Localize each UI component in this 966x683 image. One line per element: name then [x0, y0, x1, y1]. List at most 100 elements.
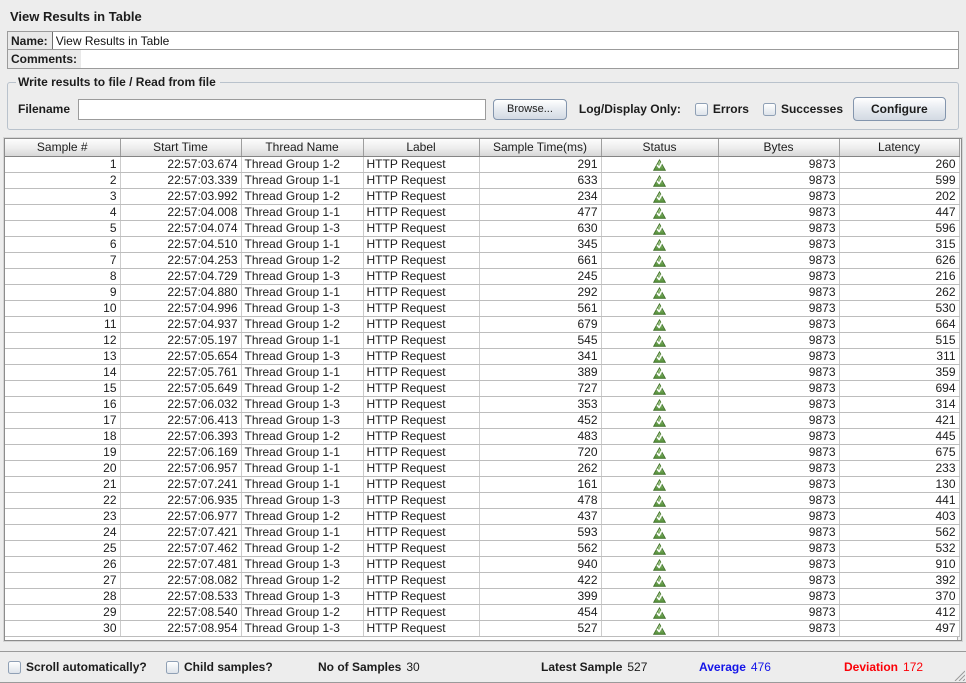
child-samples-checkbox[interactable]	[166, 661, 179, 674]
cell-latency: 260	[839, 156, 959, 172]
cell-thread-name: Thread Group 1-1	[241, 332, 363, 348]
name-label: Name:	[8, 32, 52, 49]
cell-label: HTTP Request	[363, 460, 479, 476]
column-header-start-time[interactable]: Start Time	[120, 139, 241, 156]
child-samples-checkbox-group[interactable]: Child samples?	[166, 660, 273, 674]
cell-sample-time: 341	[479, 348, 601, 364]
table-row[interactable]: 2222:57:06.935Thread Group 1-3HTTP Reque…	[5, 492, 959, 508]
cell-thread-name: Thread Group 1-1	[241, 236, 363, 252]
cell-label: HTTP Request	[363, 540, 479, 556]
cell-sample-time: 161	[479, 476, 601, 492]
results-table-scrollpane[interactable]: Sample # Start Time Thread Name Label Sa…	[4, 138, 962, 641]
table-row[interactable]: 922:57:04.880Thread Group 1-1HTTP Reques…	[5, 284, 959, 300]
column-header-sample-num[interactable]: Sample #	[5, 139, 120, 156]
cell-sample-time: 422	[479, 572, 601, 588]
resize-grip-icon[interactable]	[951, 667, 965, 681]
cell-label: HTTP Request	[363, 604, 479, 620]
cell-bytes: 9873	[718, 524, 839, 540]
column-header-label[interactable]: Label	[363, 139, 479, 156]
cell-sample-num: 27	[5, 572, 120, 588]
cell-label: HTTP Request	[363, 492, 479, 508]
table-row[interactable]: 1522:57:05.649Thread Group 1-2HTTP Reque…	[5, 380, 959, 396]
table-row[interactable]: 422:57:04.008Thread Group 1-1HTTP Reques…	[5, 204, 959, 220]
cell-thread-name: Thread Group 1-3	[241, 620, 363, 636]
table-row[interactable]: 1422:57:05.761Thread Group 1-1HTTP Reque…	[5, 364, 959, 380]
successes-checkbox[interactable]	[763, 103, 776, 116]
table-row[interactable]: 522:57:04.074Thread Group 1-3HTTP Reques…	[5, 220, 959, 236]
table-row[interactable]: 2522:57:07.462Thread Group 1-2HTTP Reque…	[5, 540, 959, 556]
cell-sample-time: 353	[479, 396, 601, 412]
cell-label: HTTP Request	[363, 428, 479, 444]
cell-bytes: 9873	[718, 348, 839, 364]
table-row[interactable]: 1322:57:05.654Thread Group 1-3HTTP Reque…	[5, 348, 959, 364]
table-row[interactable]: 1122:57:04.937Thread Group 1-2HTTP Reque…	[5, 316, 959, 332]
cell-bytes: 9873	[718, 316, 839, 332]
column-header-latency[interactable]: Latency	[839, 139, 959, 156]
column-header-bytes[interactable]: Bytes	[718, 139, 839, 156]
table-row[interactable]: 3022:57:08.954Thread Group 1-3HTTP Reque…	[5, 620, 959, 636]
table-row[interactable]: 1022:57:04.996Thread Group 1-3HTTP Reque…	[5, 300, 959, 316]
cell-sample-num: 28	[5, 588, 120, 604]
cell-sample-time: 720	[479, 444, 601, 460]
column-header-status[interactable]: Status	[601, 139, 718, 156]
errors-checkbox[interactable]	[695, 103, 708, 116]
success-status-icon	[653, 367, 666, 379]
scroll-automatically-checkbox[interactable]	[8, 661, 21, 674]
cell-bytes: 9873	[718, 252, 839, 268]
table-row[interactable]: 1922:57:06.169Thread Group 1-1HTTP Reque…	[5, 444, 959, 460]
cell-latency: 497	[839, 620, 959, 636]
table-row[interactable]: 2622:57:07.481Thread Group 1-3HTTP Reque…	[5, 556, 959, 572]
column-header-thread-name[interactable]: Thread Name	[241, 139, 363, 156]
page-title: View Results in Table	[0, 0, 966, 31]
cell-sample-num: 10	[5, 300, 120, 316]
cell-bytes: 9873	[718, 268, 839, 284]
table-row[interactable]: 1822:57:06.393Thread Group 1-2HTTP Reque…	[5, 428, 959, 444]
comments-input[interactable]	[81, 50, 958, 68]
table-row[interactable]: 2022:57:06.957Thread Group 1-1HTTP Reque…	[5, 460, 959, 476]
table-row[interactable]: 1722:57:06.413Thread Group 1-3HTTP Reque…	[5, 412, 959, 428]
scroll-automatically-checkbox-group[interactable]: Scroll automatically?	[8, 660, 147, 674]
table-row[interactable]: 222:57:03.339Thread Group 1-1HTTP Reques…	[5, 172, 959, 188]
table-row[interactable]: 2722:57:08.082Thread Group 1-2HTTP Reque…	[5, 572, 959, 588]
table-row[interactable]: 322:57:03.992Thread Group 1-2HTTP Reques…	[5, 188, 959, 204]
configure-button[interactable]: Configure	[853, 97, 946, 121]
cell-thread-name: Thread Group 1-3	[241, 492, 363, 508]
cell-latency: 314	[839, 396, 959, 412]
table-row[interactable]: 2922:57:08.540Thread Group 1-2HTTP Reque…	[5, 604, 959, 620]
success-status-icon	[653, 543, 666, 555]
cell-status	[601, 476, 718, 492]
write-results-group: Write results to file / Read from file F…	[7, 75, 959, 130]
table-row[interactable]: 622:57:04.510Thread Group 1-1HTTP Reques…	[5, 236, 959, 252]
average: Average 476	[699, 660, 771, 674]
successes-checkbox-group[interactable]: Successes	[763, 102, 843, 116]
table-row[interactable]: 822:57:04.729Thread Group 1-3HTTP Reques…	[5, 268, 959, 284]
table-row[interactable]: 1222:57:05.197Thread Group 1-1HTTP Reque…	[5, 332, 959, 348]
cell-thread-name: Thread Group 1-3	[241, 220, 363, 236]
name-input[interactable]	[52, 32, 958, 49]
table-row[interactable]: 2122:57:07.241Thread Group 1-1HTTP Reque…	[5, 476, 959, 492]
cell-status	[601, 492, 718, 508]
filename-input[interactable]	[78, 99, 486, 120]
column-header-sample-time[interactable]: Sample Time(ms)	[479, 139, 601, 156]
cell-latency: 233	[839, 460, 959, 476]
table-row[interactable]: 722:57:04.253Thread Group 1-2HTTP Reques…	[5, 252, 959, 268]
cell-start-time: 22:57:06.935	[120, 492, 241, 508]
table-row[interactable]: 122:57:03.674Thread Group 1-2HTTP Reques…	[5, 156, 959, 172]
table-row[interactable]: 2422:57:07.421Thread Group 1-1HTTP Reque…	[5, 524, 959, 540]
cell-sample-num: 15	[5, 380, 120, 396]
cell-status	[601, 316, 718, 332]
cell-thread-name: Thread Group 1-2	[241, 156, 363, 172]
deviation: Deviation 172	[844, 660, 923, 674]
cell-label: HTTP Request	[363, 556, 479, 572]
cell-thread-name: Thread Group 1-2	[241, 380, 363, 396]
cell-sample-num: 8	[5, 268, 120, 284]
cell-start-time: 22:57:07.241	[120, 476, 241, 492]
success-status-icon	[653, 415, 666, 427]
table-row[interactable]: 2322:57:06.977Thread Group 1-2HTTP Reque…	[5, 508, 959, 524]
cell-status	[601, 508, 718, 524]
browse-button[interactable]: Browse...	[493, 99, 567, 120]
errors-checkbox-group[interactable]: Errors	[695, 102, 749, 116]
table-row[interactable]: 2822:57:08.533Thread Group 1-3HTTP Reque…	[5, 588, 959, 604]
log-display-only-label: Log/Display Only:	[579, 102, 681, 116]
table-row[interactable]: 1622:57:06.032Thread Group 1-3HTTP Reque…	[5, 396, 959, 412]
